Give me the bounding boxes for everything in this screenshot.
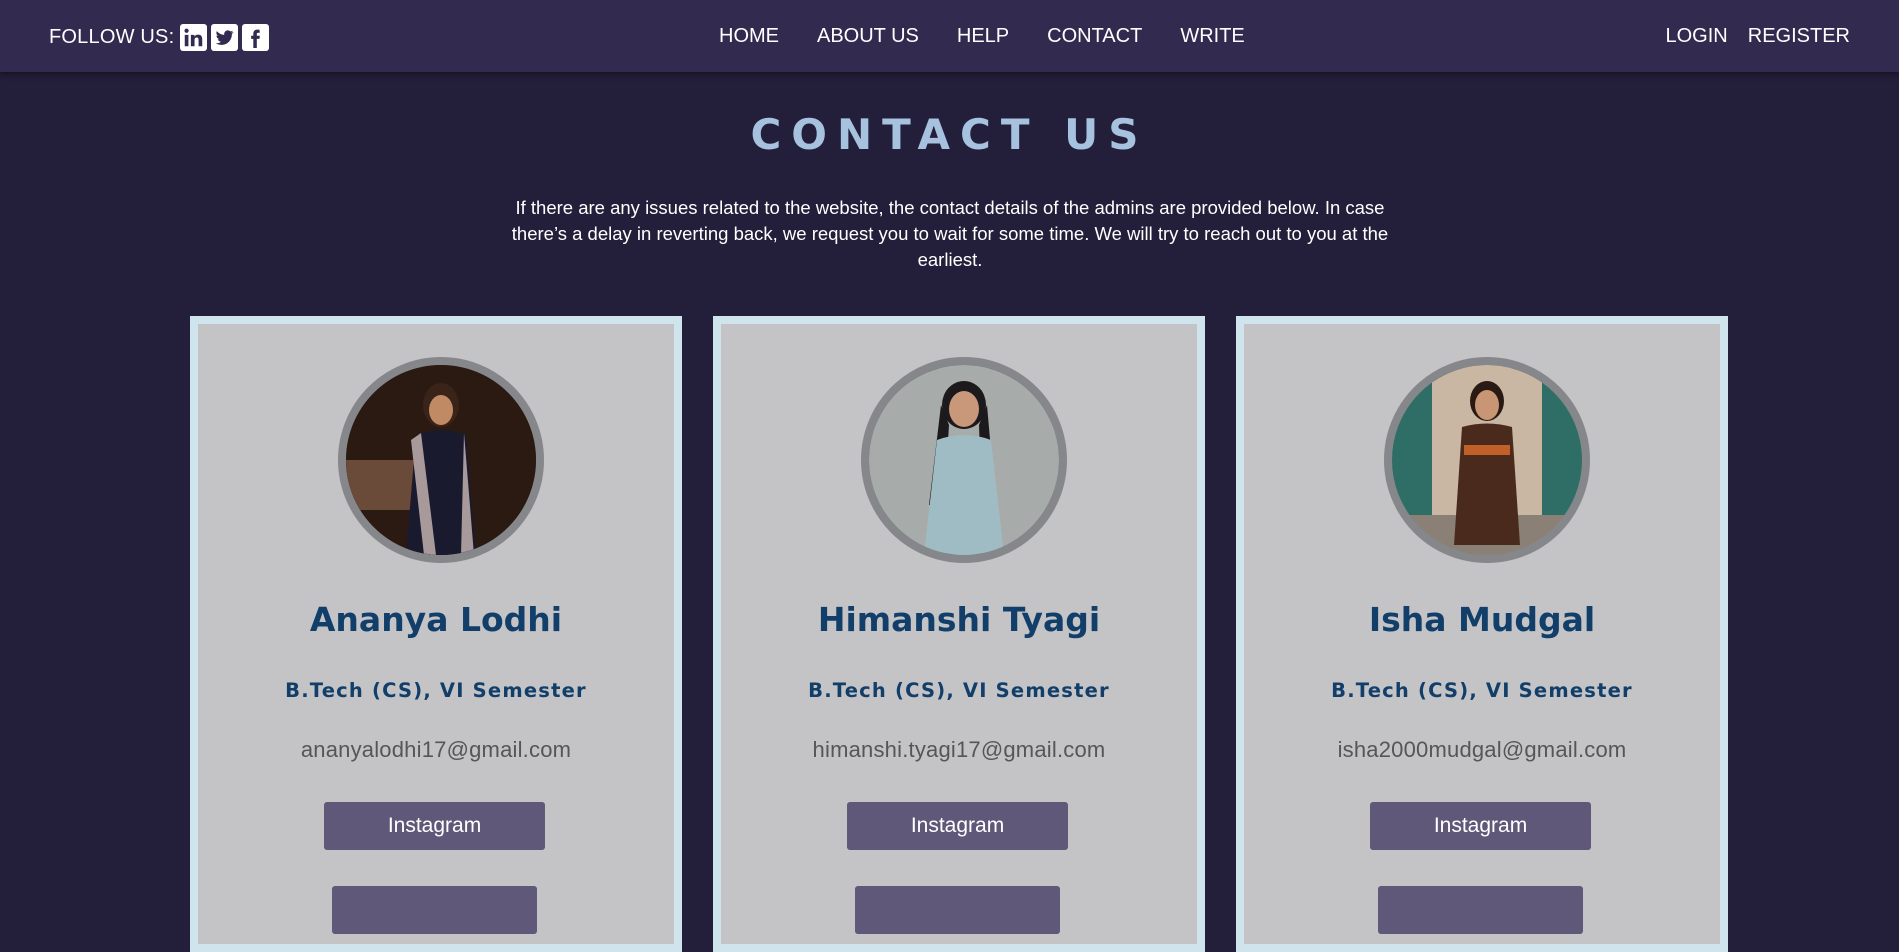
admin-card: Himanshi Tyagi B.Tech (CS), VI Semester … (713, 316, 1205, 952)
admin-name: Ananya Lodhi (309, 600, 563, 639)
login-link[interactable]: LOGIN (1666, 25, 1728, 48)
follow-us-label: FOLLOW US: (49, 26, 175, 48)
admin-email[interactable]: himanshi.tyagi17@gmail.com (721, 737, 1197, 763)
admin-email[interactable]: isha2000mudgal@gmail.com (1244, 737, 1720, 763)
admin-degree: B.Tech (CS), VI Semester (285, 679, 587, 702)
admin-degree: B.Tech (CS), VI Semester (1331, 679, 1633, 702)
instagram-button[interactable]: Instagram (847, 802, 1068, 850)
intro-text: If there are any issues related to the w… (511, 196, 1389, 270)
nav-write[interactable]: WRITE (1180, 25, 1244, 48)
facebook-icon[interactable] (242, 24, 270, 51)
nav-home[interactable]: HOME (719, 25, 779, 48)
twitter-icon[interactable] (211, 24, 239, 51)
secondary-button[interactable] (855, 886, 1060, 934)
admin-name: Isha Mudgal (1368, 600, 1596, 639)
instagram-button[interactable]: Instagram (324, 802, 545, 850)
nav-contact[interactable]: CONTACT (1047, 25, 1142, 48)
nav-help[interactable]: HELP (957, 25, 1009, 48)
avatar (861, 357, 1067, 563)
instagram-button[interactable]: Instagram (1370, 802, 1591, 850)
main-nav: HOME ABOUT US HELP CONTACT WRITE (719, 25, 1283, 48)
secondary-button[interactable] (1378, 886, 1583, 934)
auth-links: LOGIN REGISTER (1646, 25, 1851, 48)
admin-degree: B.Tech (CS), VI Semester (808, 679, 1110, 702)
admin-email[interactable]: ananyalodhi17@gmail.com (198, 737, 674, 763)
admin-card: Isha Mudgal B.Tech (CS), VI Semester ish… (1236, 316, 1728, 952)
register-link[interactable]: REGISTER (1748, 25, 1850, 48)
admin-name: Himanshi Tyagi (817, 600, 1101, 639)
nav-about-us[interactable]: ABOUT US (817, 25, 919, 48)
follow-us: FOLLOW US: (49, 24, 270, 51)
avatar (1384, 357, 1590, 563)
secondary-button[interactable] (332, 886, 537, 934)
page-title: CONTACT US (750, 110, 1149, 160)
top-navbar: FOLLOW US: HOME ABOUT US HELP CONTACT WR… (0, 0, 1899, 72)
avatar (338, 357, 544, 563)
admin-card: Ananya Lodhi B.Tech (CS), VI Semester an… (190, 316, 682, 952)
linkedin-icon[interactable] (180, 24, 208, 51)
